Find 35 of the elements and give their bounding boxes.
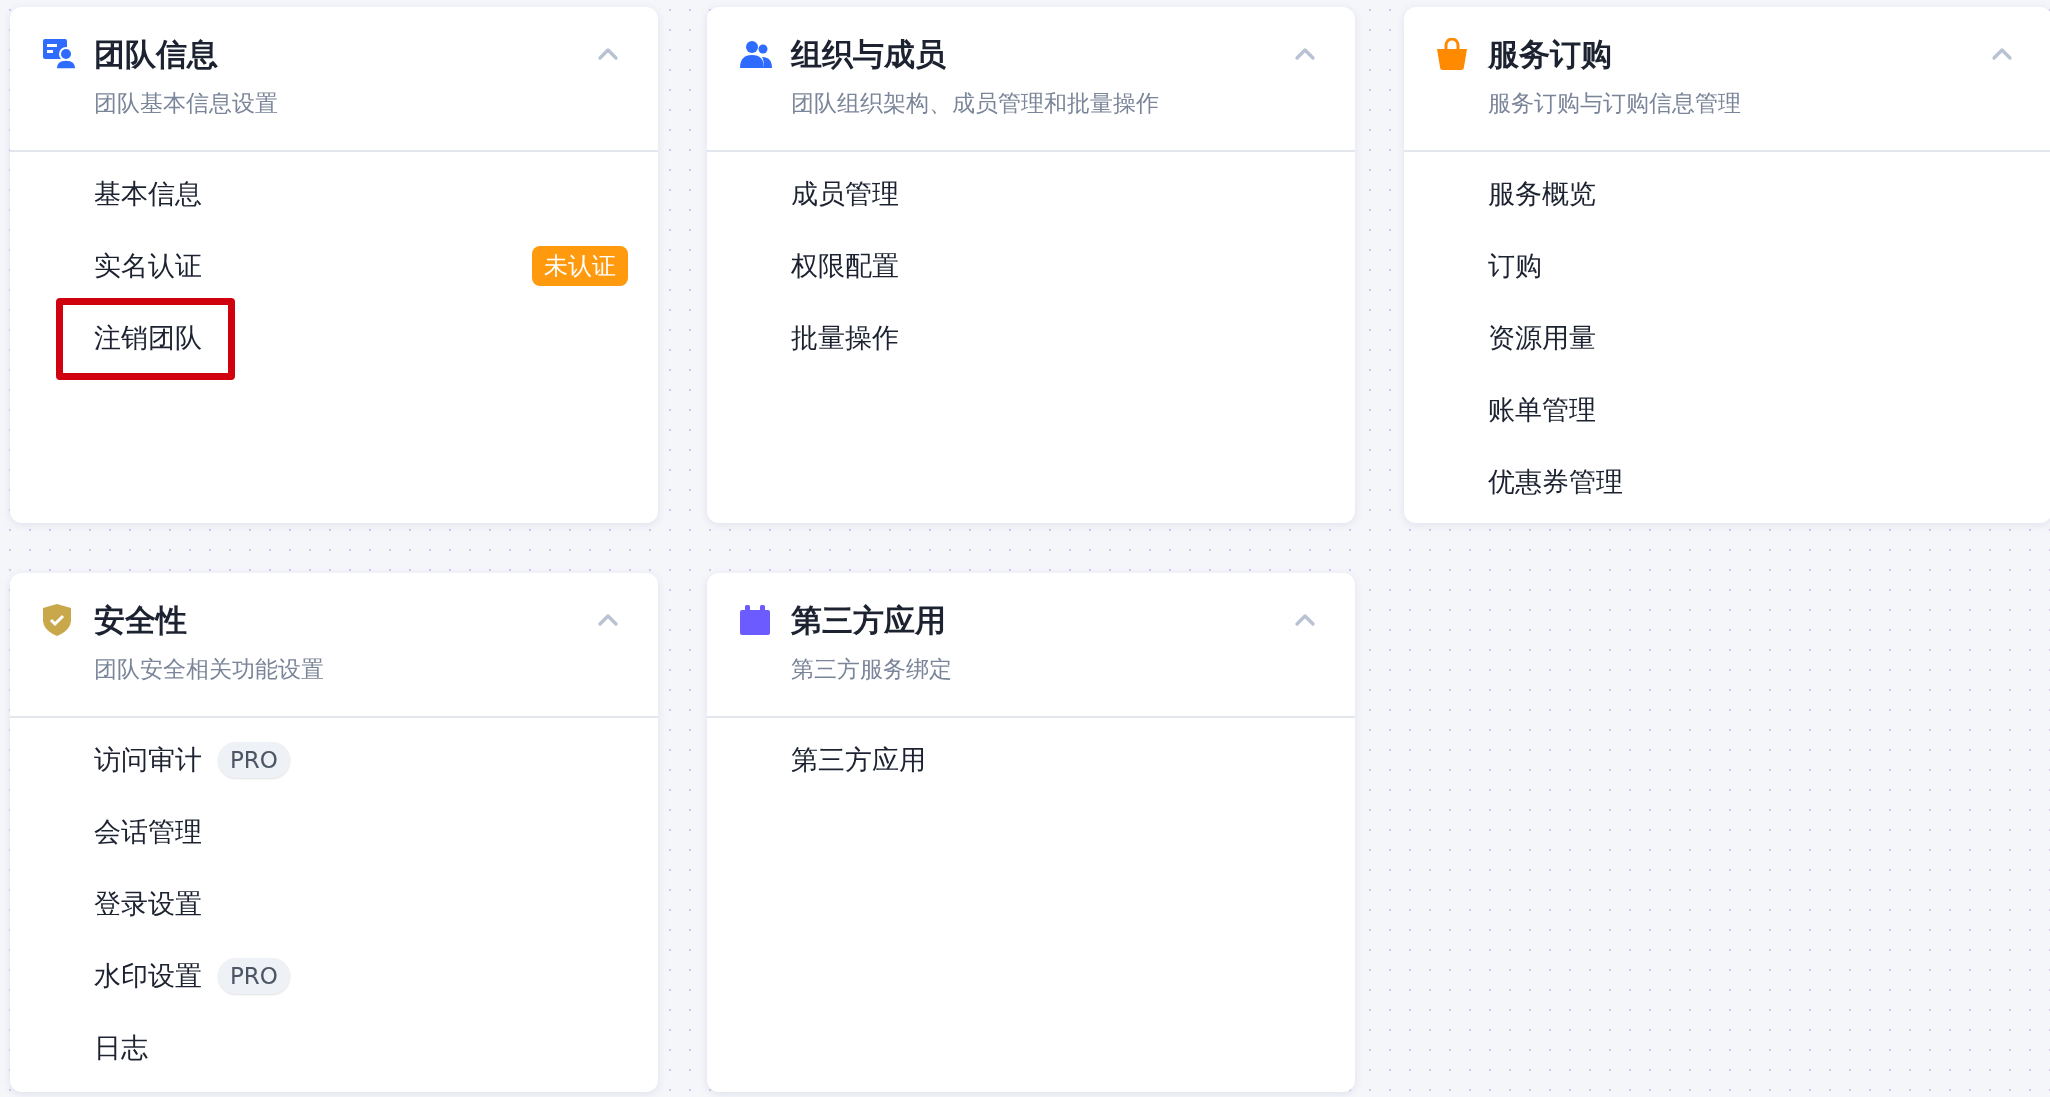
menu-item[interactable]: 日志 — [94, 1027, 148, 1069]
section-description: 服务订购与订购信息管理 — [1488, 88, 1742, 118]
menu-item[interactable]: 资源用量 — [1488, 317, 1596, 359]
status-badge: 未认证 — [532, 246, 628, 286]
menu-item[interactable]: 批量操作 — [791, 317, 899, 359]
menu-item[interactable]: 权限配置 — [791, 245, 899, 287]
menu-item[interactable]: 访问审计 — [94, 739, 202, 781]
shield-check-icon — [43, 604, 71, 637]
pro-badge: PRO — [218, 741, 290, 779]
menu-item[interactable]: 注销团队 — [94, 317, 202, 359]
profile-card-icon — [43, 39, 77, 70]
menu-item[interactable]: 优惠券管理 — [1488, 461, 1623, 503]
section-title: 团队信息 — [94, 35, 218, 74]
pro-badge: PRO — [218, 957, 290, 995]
menu-item[interactable]: 服务概览 — [1488, 173, 1596, 215]
menu-item[interactable]: 账单管理 — [1488, 389, 1596, 431]
menu-item[interactable]: 实名认证 — [94, 245, 202, 287]
users-icon — [740, 40, 772, 69]
menu-item[interactable]: 登录设置 — [94, 883, 202, 925]
plugin-icon — [740, 605, 770, 636]
menu-item[interactable]: 会话管理 — [94, 811, 202, 853]
menu-item[interactable]: 第三方应用 — [791, 739, 926, 781]
section-title: 第三方应用 — [791, 601, 946, 640]
section-title: 服务订购 — [1488, 35, 1612, 74]
menu-item[interactable]: 成员管理 — [791, 173, 899, 215]
shopping-bag-icon — [1437, 38, 1467, 71]
section-description: 团队组织架构、成员管理和批量操作 — [791, 88, 1160, 118]
section-title: 安全性 — [94, 601, 187, 640]
section-description: 第三方服务绑定 — [791, 654, 953, 684]
section-description: 团队安全相关功能设置 — [94, 654, 325, 684]
menu-item[interactable]: 水印设置 — [94, 955, 202, 997]
section-description: 团队基本信息设置 — [94, 88, 279, 118]
menu-item[interactable]: 订购 — [1488, 245, 1542, 287]
section-title: 组织与成员 — [791, 35, 946, 74]
menu-item[interactable]: 基本信息 — [94, 173, 202, 215]
